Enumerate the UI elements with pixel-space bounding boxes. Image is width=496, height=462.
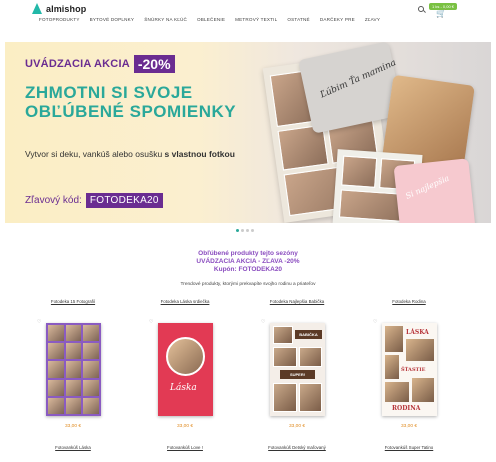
- carousel-dot[interactable]: [251, 229, 254, 232]
- product-name-link[interactable]: Fotodeka Rodina: [356, 299, 462, 304]
- main-nav: Fotoprodukty Bytové doplnky Šnúrky na kľ…: [34, 17, 385, 22]
- hero-headline: ZHMOTNI SI SVOJE OBĽÚBENÉ SPOMIENKY: [25, 83, 237, 121]
- collage-photo: [341, 155, 378, 188]
- carousel-dots: [236, 229, 254, 232]
- product-image[interactable]: Láska: [158, 323, 213, 416]
- hero-subline: Vytvor si deku, vankúš alebo osušku s vl…: [25, 149, 245, 160]
- section-title-line: Kupón: FOTODEKA20: [213, 266, 283, 274]
- nav-item-zlavy[interactable]: Zľavy: [360, 17, 385, 22]
- carousel-dot[interactable]: [241, 229, 244, 232]
- nav-item-bytove-doplnky[interactable]: Bytové doplnky: [85, 17, 140, 22]
- nav-item-snurky[interactable]: Šnúrky na kľúč: [139, 17, 192, 22]
- pink-pillow-text: Si najlepšia: [404, 173, 451, 201]
- nav-item-metrovy-textil[interactable]: Metrový textil: [230, 17, 282, 22]
- product-image-word: LÁSKA: [406, 329, 429, 336]
- hero-subline-plain: Vytvor si deku, vankúš alebo osušku: [25, 149, 165, 159]
- product-name-link[interactable]: Fotodeka 15 Fotografií: [20, 299, 126, 304]
- promo-discount-badge: -20%: [133, 55, 175, 73]
- carousel-dot[interactable]: [246, 229, 249, 232]
- section-title-line: UVÁDZACIA AKCIA - ZĽAVA -20%: [196, 258, 300, 266]
- product-image-word: RODINA: [392, 405, 421, 412]
- product-name-link[interactable]: Fotovankúš Super Tatino: [356, 445, 462, 450]
- pillow-script-text: Ľúbim Ťa mamina: [318, 58, 398, 101]
- nav-item-darceky-pre[interactable]: Darčeky pre: [315, 17, 360, 22]
- product-name-link[interactable]: Fotodeka Najlepšia Babička: [244, 299, 350, 304]
- wishlist-heart-icon[interactable]: ♡: [261, 319, 265, 325]
- product-grid: Fotodeka 15 Fotografií ♡ 33,00 € Fotovan…: [20, 299, 480, 459]
- discount-code-badge: FOTODEKA20: [85, 193, 163, 208]
- wishlist-heart-icon[interactable]: ♡: [37, 319, 41, 325]
- cart-icon[interactable]: 🛒: [436, 9, 446, 18]
- product-card: Fotodeka Najlepšia Babička ♡ BABIČKA SUP…: [244, 299, 350, 459]
- product-name-link[interactable]: Fotodeka Láska srdiečka: [132, 299, 238, 304]
- product-card: Fotodeka 15 Fotografií ♡ 33,00 € Fotovan…: [20, 299, 126, 459]
- logo-icon: [32, 3, 43, 14]
- nav-item-ostatne[interactable]: Ostatné: [282, 17, 314, 22]
- product-image-script: Láska: [170, 383, 197, 393]
- wishlist-heart-icon[interactable]: ♡: [149, 319, 153, 325]
- product-name-link[interactable]: Fotovankúš Láska: [20, 445, 126, 450]
- promo-line: UVÁDZACIA AKCIA -20%: [25, 55, 175, 73]
- product-price: 33,00 €: [288, 424, 305, 429]
- product-price: 33,00 €: [64, 424, 81, 429]
- product-image[interactable]: BABIČKA SUPER!: [270, 323, 325, 416]
- wishlist-heart-icon[interactable]: ♡: [373, 319, 377, 325]
- section-title: Obľúbené produkty tejto sezóny UVÁDZACIA…: [0, 250, 496, 275]
- search-icon[interactable]: [418, 6, 424, 12]
- site-header: almishop Fotoprodukty Bytové doplnky Šnú…: [0, 0, 496, 30]
- carousel-dot[interactable]: [236, 229, 239, 232]
- section-title-line: Obľúbené produkty tejto sezóny: [198, 250, 298, 257]
- promo-text: UVÁDZACIA AKCIA: [25, 58, 130, 70]
- product-image-label: SUPER!: [280, 370, 315, 379]
- logo[interactable]: almishop: [32, 3, 86, 14]
- product-price: 33,00 €: [400, 424, 417, 429]
- section-description: Trendové produkty, ktorými prekvapíte sv…: [180, 282, 316, 287]
- product-card: Fotodeka Láska srdiečka ♡ Láska 33,00 € …: [132, 299, 238, 459]
- discount-code-line: Zľavový kód: FOTODEKA20: [25, 193, 163, 208]
- product-name-link[interactable]: Fotovankúš Love !: [132, 445, 238, 450]
- product-image-label: BABIČKA: [295, 330, 322, 339]
- hero-banner[interactable]: UVÁDZACIA AKCIA -20% ZHMOTNI SI SVOJE OB…: [5, 42, 491, 223]
- nav-item-oblecenie[interactable]: Oblečenie: [192, 17, 230, 22]
- hero-subline-bold: s vlastnou fotkou: [164, 149, 235, 159]
- product-price: 33,00 €: [176, 424, 193, 429]
- product-image-word: ŠŤASTIE: [401, 367, 426, 373]
- product-image[interactable]: LÁSKA ŠŤASTIE RODINA: [382, 323, 437, 416]
- logo-text: almishop: [46, 3, 87, 14]
- pink-pillow: Si najlepšia: [393, 158, 476, 223]
- nav-item-fotoprodukty[interactable]: Fotoprodukty: [34, 17, 85, 22]
- product-name-link[interactable]: Fotovankúš Detský maľovaný: [244, 445, 350, 450]
- product-image[interactable]: [46, 323, 101, 416]
- product-card: Fotodeka Rodina ♡ LÁSKA ŠŤASTIE RODINA 3…: [356, 299, 462, 459]
- discount-code-label: Zľavový kód:: [25, 195, 82, 206]
